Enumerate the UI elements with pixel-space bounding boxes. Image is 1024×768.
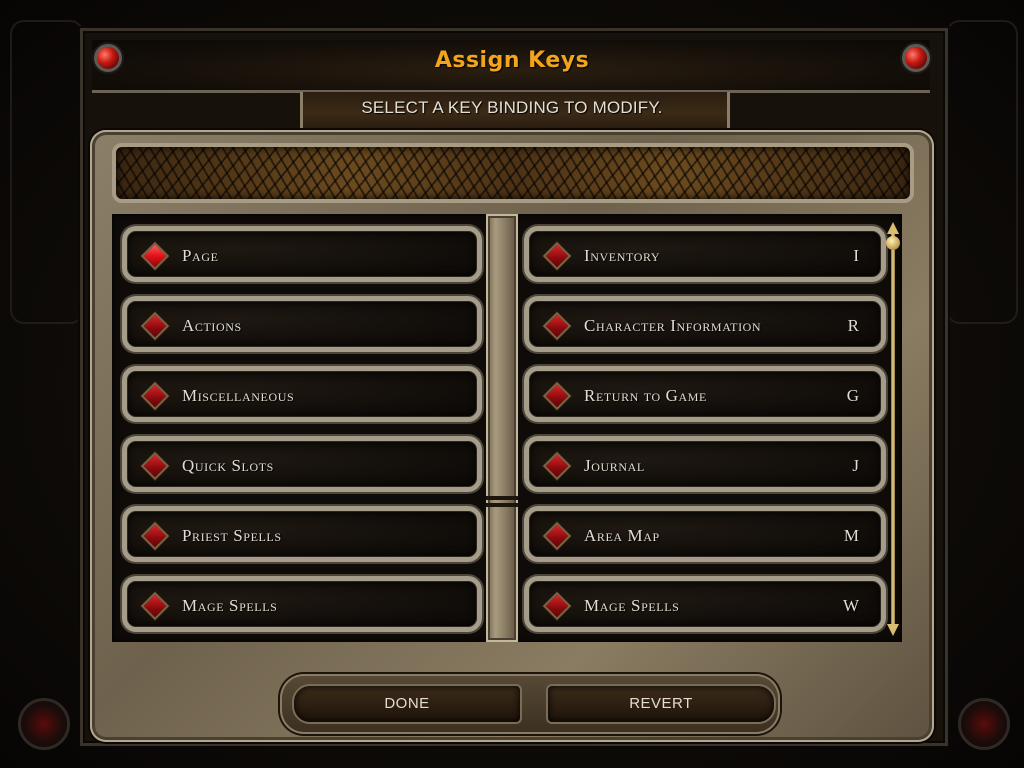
binding-item-character-information[interactable]: Character Information R xyxy=(524,296,886,352)
binding-label: Journal xyxy=(584,456,645,475)
category-item-page[interactable]: Page xyxy=(122,226,482,282)
divider-ornament xyxy=(486,496,518,500)
red-diamond-gem-icon xyxy=(542,451,572,481)
binding-key: W xyxy=(842,596,859,615)
category-label: Miscellaneous xyxy=(182,386,295,405)
red-diamond-gem-icon xyxy=(140,381,170,411)
red-diamond-gem-icon xyxy=(542,381,572,411)
category-label: Mage Spells xyxy=(182,596,278,615)
category-label: Priest Spells xyxy=(182,526,282,545)
category-item-quick-slots[interactable]: Quick Slots xyxy=(122,436,482,492)
binding-item-return-to-game[interactable]: Return to Game G xyxy=(524,366,886,422)
dialog-title: Assign Keys xyxy=(434,48,590,73)
binding-item-inventory[interactable]: Inventory I xyxy=(524,226,886,282)
revert-button[interactable]: REVERT xyxy=(546,684,776,724)
binding-key: R xyxy=(847,316,859,335)
category-label: Quick Slots xyxy=(182,456,274,475)
binding-key: J xyxy=(852,456,859,475)
binding-label: Area Map xyxy=(584,526,660,545)
arrow-up-icon[interactable] xyxy=(887,222,899,234)
red-diamond-gem-icon xyxy=(140,521,170,551)
red-diamond-gem-icon xyxy=(140,451,170,481)
corner-ornament-icon xyxy=(18,698,70,750)
description-box xyxy=(112,143,914,203)
scrollbar[interactable] xyxy=(886,222,900,636)
red-diamond-gem-icon xyxy=(140,591,170,621)
instruction-text: SELECT A KEY BINDING TO MODIFY. xyxy=(361,98,663,117)
binding-label: Inventory xyxy=(584,246,661,265)
red-diamond-gem-icon xyxy=(140,241,170,271)
binding-label: Mage Spells xyxy=(584,596,680,615)
binding-key: M xyxy=(843,526,859,545)
binding-item-journal[interactable]: Journal J xyxy=(524,436,886,492)
category-item-actions[interactable]: Actions xyxy=(122,296,482,352)
category-item-mage-spells[interactable]: Mage Spells xyxy=(122,576,482,632)
corner-ornament-icon xyxy=(958,698,1010,750)
red-diamond-gem-icon xyxy=(542,311,572,341)
binding-label: Return to Game xyxy=(584,386,707,405)
arrow-down-icon[interactable] xyxy=(887,624,899,636)
binding-item-mage-spells[interactable]: Mage Spells W xyxy=(524,576,886,632)
binding-key: G xyxy=(846,386,859,405)
scroll-thumb[interactable] xyxy=(886,236,900,250)
binding-item-area-map[interactable]: Area Map M xyxy=(524,506,886,562)
column-divider xyxy=(486,214,518,642)
binding-key: I xyxy=(853,246,859,265)
scroll-track[interactable] xyxy=(891,232,895,628)
red-diamond-gem-icon xyxy=(542,591,572,621)
red-diamond-gem-icon xyxy=(542,241,572,271)
category-label: Page xyxy=(182,246,219,265)
category-item-priest-spells[interactable]: Priest Spells xyxy=(122,506,482,562)
binding-label: Character Information xyxy=(584,316,762,335)
category-label: Actions xyxy=(182,316,242,335)
red-diamond-gem-icon xyxy=(140,311,170,341)
done-button[interactable]: DONE xyxy=(292,684,522,724)
red-diamond-gem-icon xyxy=(542,521,572,551)
divider-ornament xyxy=(486,503,518,507)
category-item-miscellaneous[interactable]: Miscellaneous xyxy=(122,366,482,422)
